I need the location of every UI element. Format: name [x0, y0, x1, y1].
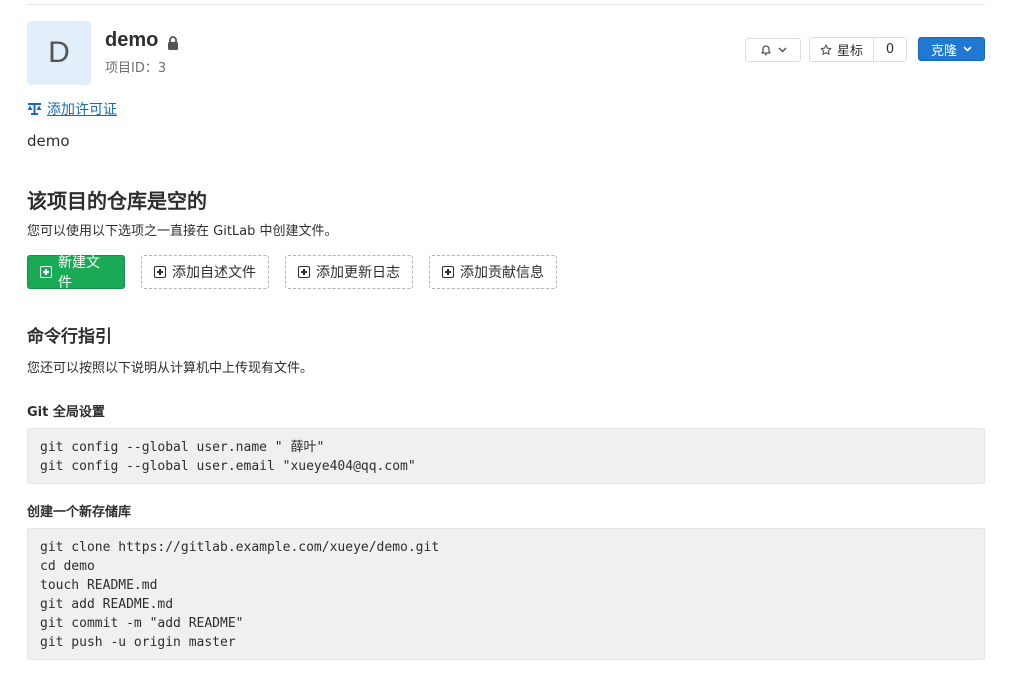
new-repo-title: 创建一个新存储库 [27, 505, 132, 520]
notification-dropdown-button[interactable] [745, 38, 801, 62]
add-license-link[interactable]: 添加许可证 [47, 99, 117, 119]
new-file-label: 新建文件 [58, 255, 100, 291]
star-button[interactable]: 星标 [810, 38, 875, 61]
scale-icon [27, 103, 42, 115]
code-line: git push -u origin master [40, 635, 236, 650]
clone-label: 克隆 [930, 43, 957, 59]
project-id: 项目ID：3 [105, 61, 167, 76]
star-count[interactable]: 0 [874, 38, 907, 61]
code-line: git config --global user.email "xueye404… [40, 459, 416, 474]
lock-icon [168, 36, 178, 50]
cli-title: 命令行指引 [27, 327, 112, 347]
code-line: touch README.md [40, 578, 158, 593]
plus-square-icon [298, 266, 310, 278]
add-license: 添加许可证 [27, 99, 117, 119]
git-global-setup-code[interactable]: git config --global user.name " 薛叶" git … [27, 428, 985, 484]
empty-repo-title: 该项目的仓库是空的 [27, 189, 207, 213]
add-readme-label: 添加自述文件 [172, 265, 256, 281]
code-line: git commit -m "add README" [40, 616, 244, 631]
add-changelog-label: 添加更新日志 [316, 265, 400, 281]
clone-button[interactable]: 克隆 [918, 37, 985, 61]
plus-square-icon [442, 266, 454, 278]
plus-square-icon [154, 266, 166, 278]
code-line: git add README.md [40, 597, 174, 612]
chevron-down-icon [777, 47, 787, 53]
chevron-down-icon [963, 46, 972, 52]
plus-square-icon [40, 266, 52, 278]
star-group: 星标 0 [809, 37, 908, 62]
code-line: git config --global user.name " 薛叶" [40, 440, 325, 455]
empty-repo-subtitle: 您可以使用以下选项之一直接在 GitLab 中创建文件。 [27, 224, 338, 239]
code-line: cd demo [40, 559, 95, 574]
star-label: 星标 [837, 44, 864, 59]
code-line: git clone https://gitlab.example.com/xue… [40, 540, 440, 555]
project-avatar: D [27, 21, 91, 85]
git-global-setup-title: Git 全局设置 [27, 405, 105, 420]
project-description: demo [27, 132, 70, 150]
project-name[interactable]: demo [105, 29, 158, 52]
add-contributing-button[interactable]: 添加贡献信息 [429, 255, 557, 289]
add-readme-button[interactable]: 添加自述文件 [141, 255, 269, 289]
new-repo-code[interactable]: git clone https://gitlab.example.com/xue… [27, 528, 985, 660]
bell-icon [760, 45, 771, 56]
top-divider [27, 4, 985, 5]
new-file-button[interactable]: 新建文件 [27, 255, 125, 291]
add-contributing-label: 添加贡献信息 [460, 265, 544, 281]
create-file-buttons: 新建文件 添加自述文件 添加更新日志 添加贡献信息 [27, 255, 557, 291]
cli-subtitle: 您还可以按照以下说明从计算机中上传现有文件。 [27, 361, 314, 376]
add-changelog-button[interactable]: 添加更新日志 [285, 255, 413, 289]
star-icon [820, 43, 832, 55]
